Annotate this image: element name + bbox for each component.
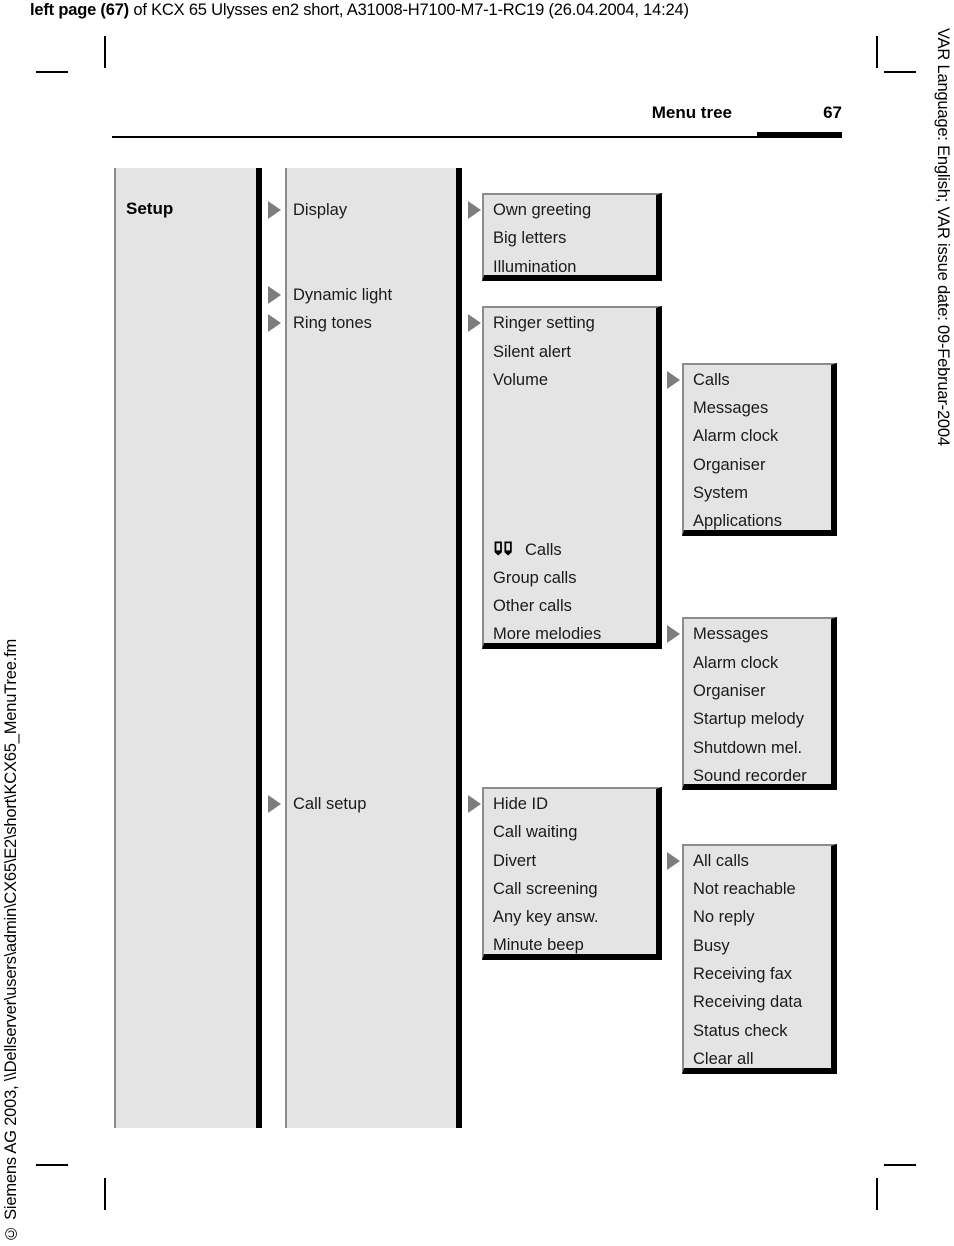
- arrow-to-dynamic-light: [268, 286, 281, 304]
- menu-item-ring-tones[interactable]: Ring tones: [293, 315, 372, 332]
- menu-item-divert-receiving-data[interactable]: Receiving data: [693, 994, 802, 1011]
- menu-item-divert-busy[interactable]: Busy: [693, 938, 730, 955]
- arrow-to-more-melodies-group: [667, 625, 680, 643]
- menu-item-melody-organiser[interactable]: Organiser: [693, 683, 765, 700]
- menu-item-dynamic-light[interactable]: Dynamic light: [293, 287, 392, 304]
- arrow-to-ring-tones-group: [468, 314, 481, 332]
- menu-item-call-waiting[interactable]: Call waiting: [493, 824, 577, 841]
- menu-root-setup[interactable]: Setup: [126, 200, 173, 218]
- menu-item-volume-alarm-clock[interactable]: Alarm clock: [693, 428, 778, 445]
- menu-item-divert-all-calls[interactable]: All calls: [693, 853, 749, 870]
- arrow-to-ring-tones: [268, 314, 281, 332]
- menu-item-display[interactable]: Display: [293, 202, 347, 219]
- arrow-to-display-group: [468, 201, 481, 219]
- menu-item-more-melodies[interactable]: More melodies: [493, 626, 601, 643]
- menu-item-big-letters[interactable]: Big letters: [493, 230, 566, 247]
- arrow-to-call-setup-group: [468, 795, 481, 813]
- menu-item-hide-id[interactable]: Hide ID: [493, 796, 548, 813]
- arrow-to-divert-group: [667, 852, 680, 870]
- menu-item-melody-sound-recorder[interactable]: Sound recorder: [693, 768, 807, 785]
- menu-column-root-panel: [114, 168, 262, 1128]
- menu-item-divert-not-reachable[interactable]: Not reachable: [693, 881, 796, 898]
- menu-item-call-screening[interactable]: Call screening: [493, 881, 598, 898]
- menu-item-ringer-setting[interactable]: Ringer setting: [493, 315, 595, 332]
- arrow-to-display: [268, 201, 281, 219]
- menu-item-minute-beep[interactable]: Minute beep: [493, 937, 584, 954]
- menu-item-melody-startup[interactable]: Startup melody: [693, 711, 804, 728]
- menu-item-melody-alarm-clock[interactable]: Alarm clock: [693, 655, 778, 672]
- book-icon: [494, 541, 512, 556]
- arrow-to-volume-group: [667, 371, 680, 389]
- menu-item-divert-receiving-fax[interactable]: Receiving fax: [693, 966, 792, 983]
- menu-tree-diagram: Setup Display Dynamic light Ring tones C…: [0, 0, 954, 1246]
- menu-item-calls-melody[interactable]: Calls: [525, 542, 562, 559]
- menu-item-melody-shutdown[interactable]: Shutdown mel.: [693, 740, 802, 757]
- menu-item-any-key-answ[interactable]: Any key answ.: [493, 909, 598, 926]
- arrow-to-call-setup: [268, 795, 281, 813]
- menu-item-melody-messages[interactable]: Messages: [693, 626, 768, 643]
- menu-item-divert-no-reply[interactable]: No reply: [693, 909, 754, 926]
- menu-item-divert-clear-all[interactable]: Clear all: [693, 1051, 754, 1068]
- menu-item-call-setup[interactable]: Call setup: [293, 796, 366, 813]
- menu-item-volume[interactable]: Volume: [493, 372, 548, 389]
- menu-item-volume-calls[interactable]: Calls: [693, 372, 730, 389]
- menu-item-other-calls[interactable]: Other calls: [493, 598, 572, 615]
- menu-item-volume-organiser[interactable]: Organiser: [693, 457, 765, 474]
- menu-column-level1-panel: [285, 168, 462, 1128]
- menu-item-divert[interactable]: Divert: [493, 853, 536, 870]
- menu-item-volume-messages[interactable]: Messages: [693, 400, 768, 417]
- menu-item-volume-applications[interactable]: Applications: [693, 513, 782, 530]
- menu-item-own-greeting[interactable]: Own greeting: [493, 202, 591, 219]
- menu-item-illumination[interactable]: Illumination: [493, 259, 576, 276]
- menu-item-divert-status-check[interactable]: Status check: [693, 1023, 787, 1040]
- menu-item-group-calls[interactable]: Group calls: [493, 570, 576, 587]
- menu-item-volume-system[interactable]: System: [693, 485, 748, 502]
- menu-item-silent-alert[interactable]: Silent alert: [493, 344, 571, 361]
